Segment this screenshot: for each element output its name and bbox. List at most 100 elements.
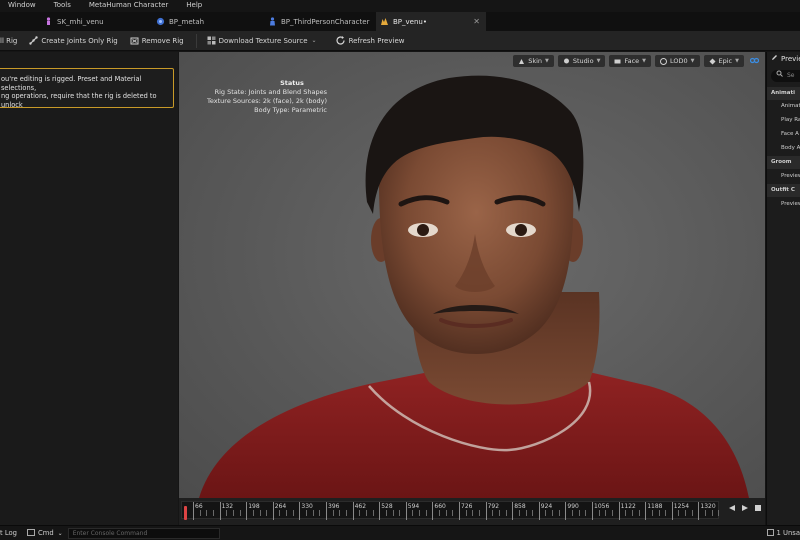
- play-reverse-icon[interactable]: [728, 504, 736, 514]
- timeline-minor-tick: [678, 510, 680, 516]
- timeline-tick: [432, 502, 434, 520]
- timeline-minor-tick: [452, 510, 454, 516]
- timeline-frame-label: 594: [407, 503, 420, 510]
- create-joints-only-rig-button[interactable]: Create Joints Only Rig: [29, 36, 118, 45]
- timeline-frame-label: 1056: [594, 503, 610, 510]
- timeline-minor-tick: [492, 510, 494, 516]
- tab-sk-mhi-venu[interactable]: SK_mhi_venu: [44, 12, 154, 31]
- details-category[interactable]: Outfit C: [767, 184, 800, 197]
- cmd-dropdown[interactable]: Cmd ⌄: [27, 528, 63, 538]
- timeline-frame-label: 330: [301, 503, 313, 510]
- chevron-down-icon: ▼: [735, 58, 739, 64]
- playback-controls: [728, 504, 762, 514]
- menu-metahuman-character[interactable]: MetaHuman Character: [89, 0, 168, 12]
- output-log-button[interactable]: t Log: [0, 529, 17, 537]
- toolbar-separator: [195, 33, 197, 48]
- timeline-minor-tick: [425, 510, 427, 516]
- unsaved-icon: [766, 528, 774, 538]
- rig-warning-box: ou're editing is rigged. Preset and Mate…: [0, 68, 174, 109]
- timeline-frame-label: 528: [381, 503, 393, 510]
- timeline-frame-label: 396: [328, 503, 340, 510]
- quality-icon: [709, 58, 716, 65]
- timeline-minor-tick: [226, 510, 228, 516]
- timeline-tick: [512, 502, 514, 520]
- download-texture-source-button[interactable]: Download Texture Source ⌄: [207, 36, 317, 45]
- toolbar: ll Rig Create Joints Only Rig Remove Rig…: [0, 31, 800, 51]
- quality-dropdown[interactable]: Epic ▼: [703, 55, 744, 67]
- timeline-minor-tick: [472, 510, 474, 516]
- create-joints-only-rig-label: Create Joints Only Rig: [41, 36, 118, 45]
- glasses-icon: [749, 57, 760, 66]
- menu-window[interactable]: Window: [8, 0, 36, 12]
- details-search-input[interactable]: Se: [771, 70, 800, 82]
- details-property[interactable]: Face A: [767, 128, 800, 141]
- close-tab-icon[interactable]: ✕: [473, 17, 480, 26]
- details-category[interactable]: Groom: [767, 156, 800, 169]
- skin-label: Skin: [528, 57, 543, 65]
- character-viewport[interactable]: Status Rig State: Joints and Blend Shape…: [179, 52, 765, 498]
- preview-settings-panel: Previe Se Animati Animat Play Ra Face A Body…: [766, 52, 800, 525]
- timeline-minor-tick: [399, 510, 401, 516]
- unsaved-indicator[interactable]: 1 Unsa: [766, 528, 800, 538]
- timeline-frame-label: 924: [540, 503, 553, 510]
- tab-bp-venu[interactable]: BP_venu• ✕: [376, 12, 486, 31]
- timeline-minor-tick: [372, 510, 374, 516]
- timeline-minor-tick: [286, 510, 288, 516]
- timeline-minor-tick: [206, 510, 208, 516]
- timeline-frame-label: 462: [354, 503, 367, 510]
- remove-all-rig-button[interactable]: ll Rig: [0, 37, 17, 45]
- viewport-settings-button[interactable]: [748, 55, 761, 67]
- studio-lighting-dropdown[interactable]: Studio ▼: [557, 55, 606, 67]
- remove-rig-button[interactable]: Remove Rig: [130, 36, 184, 45]
- tab-label: SK_mhi_venu: [57, 17, 104, 26]
- timeline-minor-tick: [558, 510, 560, 516]
- timeline-scrubber[interactable]: 66 132 198 264 330 396 462 528 594 660 726 792 858 92…: [181, 501, 720, 520]
- timeline-minor-tick: [545, 510, 547, 516]
- face-dropdown[interactable]: Face ▼: [609, 55, 651, 67]
- document-tab-bar: SK_mhi_venu BP_metah BP_ThirdPersonChara…: [0, 12, 800, 31]
- details-property[interactable]: Preview: [767, 198, 800, 211]
- warning-line-2: ng operations, require that the rig is d…: [1, 92, 157, 109]
- timeline-minor-tick: [212, 510, 214, 516]
- details-category[interactable]: Animati: [767, 87, 800, 100]
- menu-tools[interactable]: Tools: [54, 0, 71, 12]
- details-property[interactable]: Preview: [767, 170, 800, 183]
- details-property[interactable]: Body A: [767, 142, 800, 155]
- texture-grid-icon: [207, 36, 216, 45]
- playhead[interactable]: [184, 506, 187, 520]
- skin-dropdown[interactable]: Skin ▼: [513, 55, 554, 67]
- details-property[interactable]: Animat: [767, 100, 800, 113]
- skeletal-mesh-icon: [44, 17, 53, 26]
- face-camera-icon: [614, 58, 621, 65]
- search-placeholder: Se: [787, 72, 795, 79]
- tab-label: BP_ThirdPersonCharacter: [281, 17, 370, 26]
- chevron-down-icon: ▼: [690, 58, 695, 64]
- status-overlay: Status Rig State: Joints and Blend Shape…: [197, 79, 327, 115]
- timeline-frame-label: 792: [487, 503, 500, 510]
- timeline-minor-tick: [685, 510, 687, 516]
- timeline-tick: [326, 502, 327, 520]
- timeline-tick: [459, 502, 460, 520]
- stop-icon[interactable]: [754, 504, 762, 514]
- details-property[interactable]: Play Ra: [767, 114, 800, 127]
- search-icon: [776, 70, 783, 82]
- timeline-minor-tick: [525, 510, 527, 516]
- tab-bp-thirdpersoncharacter[interactable]: BP_ThirdPersonCharacter: [268, 12, 374, 31]
- tab-label: BP_venu•: [393, 17, 427, 26]
- timeline-minor-tick: [518, 510, 520, 516]
- timeline-minor-tick: [638, 510, 640, 516]
- console-command-input[interactable]: Enter Console Command: [67, 527, 220, 539]
- warning-line-1: ou're editing is rigged. Preset and Mate…: [1, 75, 142, 92]
- timeline-frame-label: 264: [274, 503, 287, 510]
- timeline-minor-tick: [505, 510, 507, 516]
- face-label: Face: [624, 57, 640, 65]
- refresh-preview-button[interactable]: Refresh Preview: [335, 35, 404, 46]
- timeline-frame-label: 132: [221, 503, 234, 510]
- play-icon[interactable]: [741, 504, 749, 514]
- timeline-minor-tick: [339, 510, 341, 516]
- timeline-minor-tick: [345, 510, 347, 516]
- lod-dropdown[interactable]: LOD0 ▼: [655, 55, 700, 67]
- menu-help[interactable]: Help: [186, 0, 202, 12]
- timeline-minor-tick: [319, 510, 321, 516]
- tab-bp-metah[interactable]: BP_metah: [156, 12, 266, 31]
